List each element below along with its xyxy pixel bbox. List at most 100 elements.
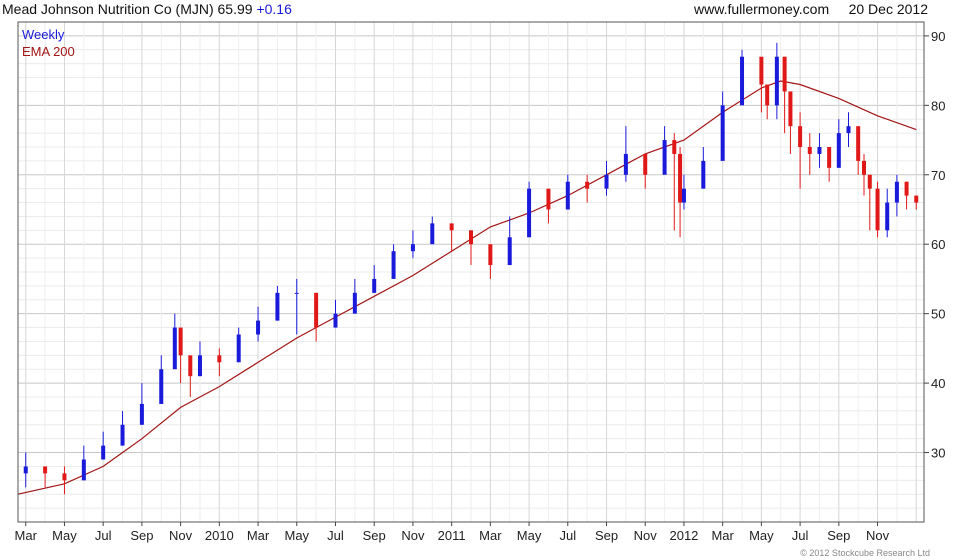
x-tick-label: May (284, 528, 309, 543)
x-tick-label: Jul (559, 528, 576, 543)
candle-body (817, 147, 822, 154)
candle-body (372, 278, 377, 293)
candle-body (765, 84, 770, 106)
x-tick-label: Sep (595, 528, 618, 543)
candle-body (774, 56, 779, 106)
y-tick-label: 80 (931, 98, 945, 113)
x-tick-label: Nov (634, 528, 658, 543)
candle-body (101, 445, 106, 460)
candle-body (275, 292, 280, 321)
candle-body (43, 466, 48, 474)
candle-body (585, 181, 590, 189)
candle-body (565, 181, 570, 210)
x-tick-label: Nov (401, 528, 425, 543)
candle-body (507, 237, 512, 266)
candle-body (236, 334, 241, 363)
x-tick-label: Mar (479, 528, 502, 543)
x-tick-label: May (749, 528, 774, 543)
y-tick-label: 40 (931, 376, 945, 391)
candle-body (23, 466, 28, 474)
candle-body (488, 244, 493, 266)
y-tick-label: 90 (931, 29, 945, 44)
candle-body (836, 133, 841, 168)
chart-stage: Mead Johnson Nutrition Co (MJN) 65.99 +0… (0, 0, 980, 560)
candle-body (798, 126, 803, 147)
candle-body (672, 140, 677, 154)
candle-body (256, 320, 261, 335)
candle-body (827, 147, 832, 168)
candle-body (681, 188, 686, 203)
candle-body (120, 424, 125, 446)
legend-weekly: Weekly (22, 27, 65, 42)
x-tick-label: Sep (363, 528, 386, 543)
x-tick-label: Nov (169, 528, 193, 543)
candle-body (740, 56, 745, 106)
candle-body (62, 473, 67, 481)
candle-body (856, 126, 861, 161)
candle-body (701, 160, 706, 189)
x-tick-label: May (52, 528, 77, 543)
candle-body (904, 181, 909, 196)
candle-body (197, 355, 202, 377)
candle-body (391, 251, 396, 279)
candle-body (410, 244, 415, 252)
x-axis: Mar May Jul Sep Nov 2010 Mar May Jul Sep Nov 2011 Ma… (15, 522, 890, 543)
x-tick-label: Sep (827, 528, 850, 543)
candle-body (623, 153, 628, 175)
legend-ema: EMA 200 (22, 44, 75, 59)
x-tick-label: Mar (711, 528, 734, 543)
candle-body (449, 223, 454, 231)
ema-line-layer (17, 80, 917, 495)
x-tick-label: Mar (247, 528, 270, 543)
candlestick-chart: 30 40 50 60 70 80 90 Mar May Jul Sep Nov 2010 Mar May… (15, 21, 945, 543)
x-tick-label: 2010 (205, 528, 234, 543)
candle-body (172, 327, 177, 370)
y-tick-label: 60 (931, 237, 945, 252)
copyright-note: © 2012 Stockcube Research Ltd (800, 548, 930, 558)
candle-body (430, 223, 435, 245)
candle-body (914, 195, 919, 203)
candle-body (81, 459, 86, 481)
x-tick-label: 2011 (438, 528, 466, 543)
y-tick-label: 50 (931, 307, 945, 322)
candle-body (720, 105, 725, 161)
candle-body (159, 369, 164, 404)
x-tick-label: Jul (95, 528, 112, 543)
candle-body (469, 230, 473, 245)
candle-body (861, 160, 866, 175)
candle-body (139, 403, 144, 425)
candle-body (352, 292, 357, 314)
candle-body (867, 174, 872, 189)
candle-body (188, 355, 193, 377)
candle-body (294, 292, 299, 294)
candle-body (807, 147, 812, 154)
candle-body (643, 153, 648, 175)
grid (18, 21, 924, 523)
candle-body (314, 292, 319, 328)
candle-body (678, 153, 683, 203)
ema-200-line (17, 80, 917, 495)
candle-body (178, 327, 183, 356)
candle-body (885, 202, 890, 231)
candle-body (846, 126, 851, 134)
candle-body (527, 188, 532, 238)
candle-body (759, 56, 764, 85)
candle-body (604, 174, 609, 189)
x-tick-label: 2012 (669, 528, 698, 543)
y-axis: 30 40 50 60 70 80 90 (924, 29, 945, 461)
x-tick-label: Jul (792, 528, 809, 543)
x-tick-label: Mar (15, 528, 38, 543)
y-tick-label: 30 (931, 446, 945, 461)
candle-body (662, 140, 667, 175)
x-tick-label: May (517, 528, 542, 543)
x-tick-label: Nov (866, 528, 890, 543)
candle-body (788, 91, 793, 127)
candle-body (333, 313, 338, 328)
y-tick-label: 70 (931, 168, 945, 183)
candle-body (546, 188, 551, 210)
x-tick-label: Sep (130, 528, 153, 543)
candle-body (782, 56, 787, 92)
candle-body (894, 181, 899, 203)
x-tick-label: Jul (327, 528, 344, 543)
candle-body (875, 188, 880, 231)
